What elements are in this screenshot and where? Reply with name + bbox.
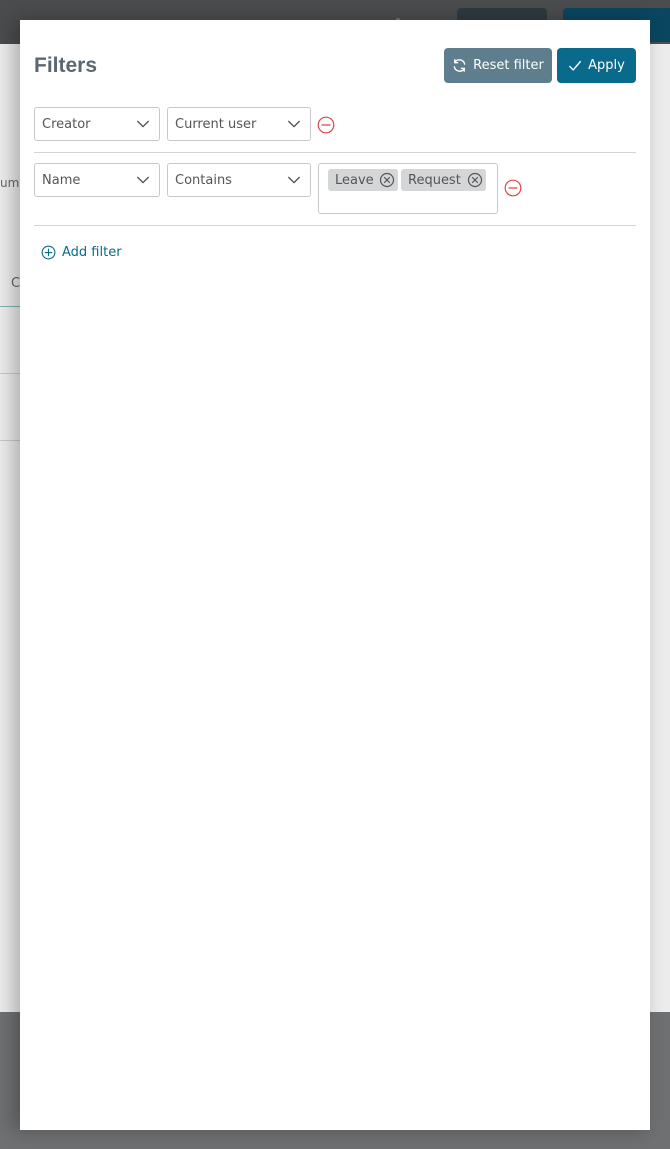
close-circle-icon[interactable] [467, 172, 483, 188]
chevron-down-icon [288, 120, 300, 128]
apply-button[interactable]: Apply [557, 48, 636, 83]
chevron-down-icon [137, 120, 149, 128]
filter-field-select[interactable]: Name [34, 163, 160, 197]
value-tag: Request [401, 169, 486, 191]
refresh-icon [452, 58, 467, 73]
filter-row-divider [34, 225, 636, 226]
value-tag: Leave [328, 169, 398, 191]
background-divider [0, 440, 20, 441]
add-filter-link[interactable]: Add filter [41, 245, 122, 260]
background-side-letter: C [11, 276, 21, 291]
filter-field-value: Name [42, 172, 81, 188]
value-tag-label: Leave [335, 172, 374, 188]
minus-circle-icon[interactable] [504, 179, 522, 197]
filter-operator-value: Contains [175, 172, 232, 188]
filter-operator-select[interactable]: Contains [167, 163, 311, 197]
filter-field-select[interactable]: Creator [34, 107, 160, 141]
apply-label: Apply [588, 58, 625, 73]
chevron-down-icon [288, 176, 300, 184]
background-divider [0, 373, 20, 374]
add-filter-label: Add filter [62, 245, 122, 260]
close-circle-icon[interactable] [379, 172, 395, 188]
filter-value-tags-input[interactable]: Leave Request [318, 163, 498, 214]
chevron-down-icon [137, 176, 149, 184]
panel-title: Filters [34, 54, 98, 77]
reset-filter-button[interactable]: Reset filter [444, 48, 552, 83]
filters-panel: Filters Reset filter Apply Creator Curre… [20, 20, 650, 1130]
background-side-text: umr [0, 176, 20, 190]
filter-field-value: Creator [42, 116, 91, 132]
reset-filter-label: Reset filter [473, 58, 544, 73]
background-divider [0, 306, 20, 307]
filter-operator-select[interactable]: Current user [167, 107, 311, 141]
filter-row-divider [34, 152, 636, 153]
value-tag-label: Request [408, 172, 461, 188]
plus-circle-icon [41, 245, 56, 260]
checkmark-icon [568, 59, 582, 73]
filter-operator-value: Current user [175, 116, 257, 132]
minus-circle-icon[interactable] [317, 116, 335, 134]
